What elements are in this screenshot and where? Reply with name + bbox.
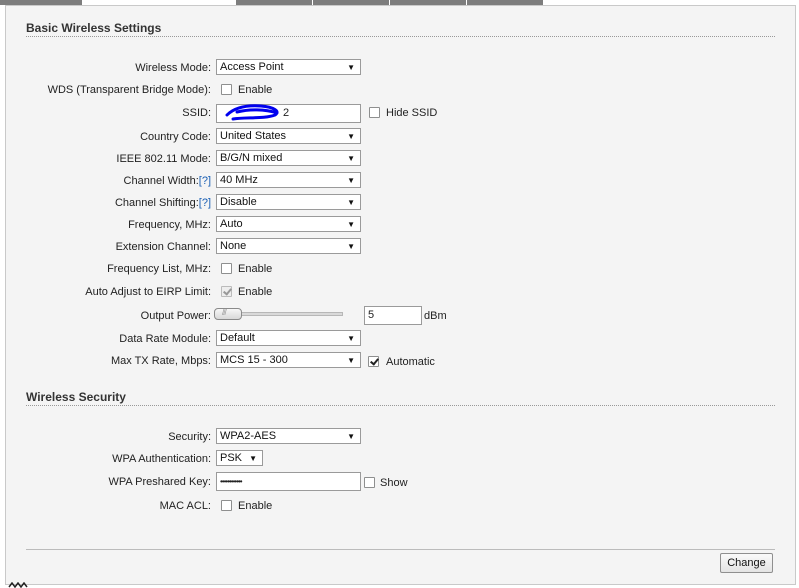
extension-channel-label: Extension Channel: xyxy=(115,241,211,253)
channel-shifting-value: Disable xyxy=(220,196,257,208)
channel-width-help-link[interactable]: [?] xyxy=(199,175,211,187)
show-psk-checkbox[interactable] xyxy=(364,477,375,488)
ieee-mode-select[interactable]: B/G/N mixed ▼ xyxy=(216,150,361,166)
max-tx-label: Max TX Rate, Mbps: xyxy=(110,355,211,367)
dropdown-arrow-icon: ▼ xyxy=(347,198,355,207)
dropdown-arrow-icon: ▼ xyxy=(347,356,355,365)
channel-shifting-select[interactable]: Disable ▼ xyxy=(216,194,361,210)
show-psk-label: Show xyxy=(380,477,408,489)
psk-label: WPA Preshared Key: xyxy=(108,476,211,488)
channel-shifting-label-text: Channel Shifting: xyxy=(114,197,199,209)
channel-width-label-text: Channel Width: xyxy=(123,175,199,187)
wds-label: WDS (Transparent Bridge Mode): xyxy=(47,84,211,96)
data-rate-select[interactable]: Default ▼ xyxy=(216,330,361,346)
security-value: WPA2-AES xyxy=(220,430,277,442)
channel-width-value: 40 MHz xyxy=(220,174,258,186)
extension-channel-value: None xyxy=(220,240,247,252)
hide-ssid-checkbox[interactable] xyxy=(369,107,380,118)
psk-value: •••••••••••• xyxy=(220,477,243,486)
channel-shifting-label: Channel Shifting:[?] xyxy=(6,197,211,209)
auto-adjust-enable-label: Enable xyxy=(238,286,273,298)
security-label: Security: xyxy=(168,431,211,443)
settings-panel: Basic Wireless Settings Wireless Mode: A… xyxy=(5,5,796,585)
change-button[interactable]: Change xyxy=(720,553,773,573)
data-rate-value: Default xyxy=(220,332,255,344)
wpa-auth-label: WPA Authentication: xyxy=(112,453,211,465)
hide-ssid-label: Hide SSID xyxy=(386,107,438,119)
dropdown-arrow-icon: ▼ xyxy=(347,220,355,229)
dropdown-arrow-icon: ▼ xyxy=(347,432,355,441)
dropdown-arrow-icon: ▼ xyxy=(347,334,355,343)
frequency-list-label: Frequency List, MHz: xyxy=(107,263,211,275)
ssid-redaction-scribble xyxy=(225,104,279,121)
dropdown-arrow-icon: ▼ xyxy=(347,242,355,251)
frequency-select[interactable]: Auto ▼ xyxy=(216,216,361,232)
country-code-label: Country Code: xyxy=(140,131,211,143)
max-tx-automatic-checkbox[interactable] xyxy=(368,356,379,367)
security-section-divider xyxy=(26,405,775,406)
frequency-list-checkbox[interactable] xyxy=(221,263,232,274)
mac-acl-enable-label: Enable xyxy=(238,500,273,512)
country-code-select[interactable]: United States ▼ xyxy=(216,128,361,144)
mac-acl-label: MAC ACL: xyxy=(159,500,211,512)
max-tx-automatic-label: Automatic xyxy=(386,356,435,368)
wds-enable-label: Enable xyxy=(238,84,273,96)
output-power-input[interactable]: 5 xyxy=(364,306,422,325)
country-code-value: United States xyxy=(220,130,287,142)
ieee-mode-value: B/G/N mixed xyxy=(220,152,283,164)
channel-width-select[interactable]: 40 MHz ▼ xyxy=(216,172,361,188)
channel-width-label: Channel Width:[?] xyxy=(6,175,211,187)
data-rate-label: Data Rate Module: xyxy=(119,333,211,345)
frequency-list-enable-label: Enable xyxy=(238,263,273,275)
max-tx-select[interactable]: MCS 15 - 300 ▼ xyxy=(216,352,361,368)
dropdown-arrow-icon: ▼ xyxy=(347,132,355,141)
extension-channel-select[interactable]: None ▼ xyxy=(216,238,361,254)
security-section-title: Wireless Security xyxy=(26,390,126,404)
wpa-auth-select[interactable]: PSK ▼ xyxy=(216,450,263,466)
output-power-unit: dBm xyxy=(424,310,447,322)
ssid-label: SSID: xyxy=(182,107,211,119)
output-power-label: Output Power: xyxy=(140,310,211,322)
basic-section-divider xyxy=(26,36,775,37)
auto-adjust-checkbox[interactable] xyxy=(221,286,232,297)
max-tx-value: MCS 15 - 300 xyxy=(220,354,288,366)
dropdown-arrow-icon: ▼ xyxy=(347,176,355,185)
output-power-value: 5 xyxy=(368,309,375,321)
channel-shifting-help-link[interactable]: [?] xyxy=(199,197,211,209)
dropdown-arrow-icon: ▼ xyxy=(347,154,355,163)
dropdown-arrow-icon: ▼ xyxy=(347,63,355,72)
output-power-slider-handle[interactable] xyxy=(214,308,242,320)
handle-icon xyxy=(8,582,28,588)
ieee-mode-label: IEEE 802.11 Mode: xyxy=(116,153,211,165)
wds-checkbox[interactable] xyxy=(221,84,232,95)
basic-section-title: Basic Wireless Settings xyxy=(26,21,162,35)
wireless-mode-select[interactable]: Access Point ▼ xyxy=(216,59,361,75)
auto-adjust-label: Auto Adjust to EIRP Limit: xyxy=(85,286,211,298)
footer-divider xyxy=(26,549,775,550)
mac-acl-checkbox[interactable] xyxy=(221,500,232,511)
wpa-auth-value: PSK xyxy=(220,452,243,464)
frequency-label: Frequency, MHz: xyxy=(128,219,211,231)
wireless-mode-value: Access Point xyxy=(220,61,284,73)
dropdown-arrow-icon: ▼ xyxy=(249,454,257,463)
security-select[interactable]: WPA2-AES ▼ xyxy=(216,428,361,444)
wireless-mode-label: Wireless Mode: xyxy=(135,62,211,74)
psk-input[interactable]: •••••••••••• xyxy=(216,472,361,491)
frequency-value: Auto xyxy=(220,218,243,230)
